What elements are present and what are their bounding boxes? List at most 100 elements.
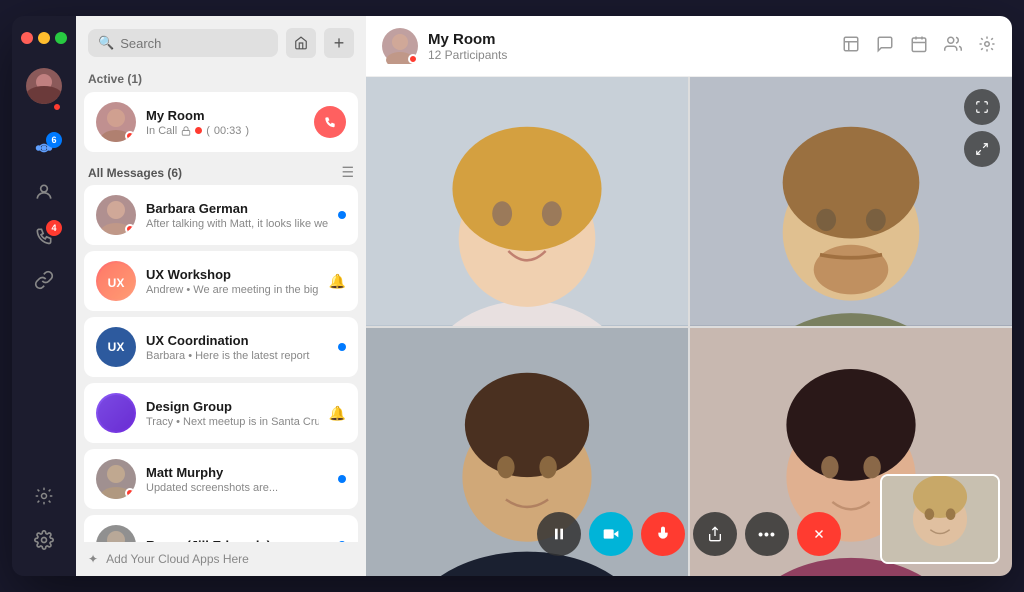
expand-button[interactable] xyxy=(964,131,1000,167)
matt-preview: Updated screenshots are... xyxy=(146,482,328,494)
search-input-wrap[interactable]: 🔍 xyxy=(88,29,278,57)
side-buttons xyxy=(964,89,1000,167)
search-icon: 🔍 xyxy=(98,35,114,51)
ux-coord-info: UX Coordination Barbara • Here is the la… xyxy=(146,333,328,362)
active-room-name: My Room xyxy=(146,108,304,123)
message-panel: 🔍 + Active (1) My Room xyxy=(76,16,366,576)
design-group-preview: Tracy • Next meetup is in Santa Cruz xyxy=(146,416,319,428)
file-icon[interactable] xyxy=(842,35,860,58)
add-apps-icon: ✦ xyxy=(88,552,98,566)
messages-badge: 6 xyxy=(46,132,62,148)
active-room-avatar xyxy=(96,102,136,142)
apps-icon[interactable] xyxy=(978,35,996,58)
matt-dot xyxy=(125,488,135,498)
ux-workshop-preview: Andrew • We are meeting in the big conf.… xyxy=(146,284,319,296)
sidebar-item-integrations[interactable] xyxy=(26,480,62,516)
active-room-info: My Room In Call (00:33) xyxy=(146,108,304,137)
list-item[interactable]: Design Group Tracy • Next meetup is in S… xyxy=(84,383,358,443)
mute-icon: 🔔 xyxy=(329,273,346,290)
video-area: ••• xyxy=(366,77,1012,576)
matt-unread xyxy=(338,475,346,483)
video-cell-1 xyxy=(366,77,688,326)
ux-coord-preview: Barbara • Here is the latest report xyxy=(146,350,328,362)
compose-button[interactable]: + xyxy=(324,28,354,58)
people-icon[interactable] xyxy=(944,35,962,58)
list-item[interactable]: Matt Murphy Updated screenshots are... xyxy=(84,449,358,509)
design-group-name: Design Group xyxy=(146,399,319,414)
list-item[interactable]: UX UX Workshop Andrew • We are meeting i… xyxy=(84,251,358,311)
search-input[interactable] xyxy=(120,36,268,51)
ux-workshop-info: UX Workshop Andrew • We are meeting in t… xyxy=(146,267,319,296)
chat-header-icons xyxy=(842,35,996,58)
user-avatar-wrapper xyxy=(26,68,62,112)
ux-coord-name: UX Coordination xyxy=(146,333,328,348)
add-apps-label: Add Your Cloud Apps Here xyxy=(106,552,249,566)
design-group-info: Design Group Tracy • Next meetup is in S… xyxy=(146,399,319,428)
svg-text:UX: UX xyxy=(108,276,125,290)
barbara-name: Barbara German xyxy=(146,201,328,216)
filter-button[interactable]: ☰ xyxy=(341,164,354,181)
list-item[interactable]: Barbara German After talking with Matt, … xyxy=(84,185,358,245)
sidebar-item-settings[interactable] xyxy=(26,524,62,560)
in-call-dot xyxy=(195,127,202,134)
sidebar-item-links[interactable] xyxy=(26,264,62,300)
contacts-icon xyxy=(34,182,54,207)
settings-icon xyxy=(34,530,54,555)
share-button[interactable] xyxy=(693,512,737,556)
chat-header-dot xyxy=(408,54,418,64)
jill-name: Room (Jill Edwards) xyxy=(146,538,328,543)
barbara-preview: After talking with Matt, it looks like w… xyxy=(146,218,328,230)
sidebar-item-contacts[interactable] xyxy=(26,176,62,212)
chat-header: My Room 12 Participants xyxy=(366,16,1012,77)
call-action-button[interactable] xyxy=(314,106,346,138)
jill-info: Room (Jill Edwards) xyxy=(146,538,328,543)
close-button[interactable] xyxy=(21,32,33,44)
chat-header-info: My Room 12 Participants xyxy=(428,31,832,62)
sidebar-item-calls[interactable]: 4 xyxy=(26,220,62,256)
video-button[interactable] xyxy=(589,512,633,556)
pause-button[interactable] xyxy=(537,512,581,556)
chat-header-avatar xyxy=(382,28,418,64)
icon-sidebar: 6 4 xyxy=(12,16,76,576)
call-controls: ••• xyxy=(537,512,841,556)
ux-coord-unread xyxy=(338,343,346,351)
home-button[interactable] xyxy=(286,28,316,58)
barbara-unread xyxy=(338,211,346,219)
jill-unread xyxy=(338,541,346,542)
list-item[interactable]: UX UX Coordination Barbara • Here is the… xyxy=(84,317,358,377)
all-messages-bar: All Messages (6) ☰ xyxy=(76,156,366,185)
barbara-info: Barbara German After talking with Matt, … xyxy=(146,201,328,230)
chat-room-name: My Room xyxy=(428,31,832,48)
ux-coord-avatar: UX xyxy=(96,327,136,367)
conversation-list: Barbara German After talking with Matt, … xyxy=(76,185,366,542)
maximize-button[interactable] xyxy=(55,32,67,44)
search-bar: 🔍 + xyxy=(76,16,366,66)
active-room-item[interactable]: My Room In Call (00:33) xyxy=(84,92,358,152)
barbara-avatar xyxy=(96,195,136,235)
calls-badge: 4 xyxy=(46,220,62,236)
minimize-button[interactable] xyxy=(38,32,50,44)
app-window: 6 4 xyxy=(12,16,1012,576)
sidebar-item-messages[interactable]: 6 xyxy=(26,132,62,168)
barbara-dot xyxy=(125,224,135,234)
list-item[interactable]: Room (Jill Edwards) xyxy=(84,515,358,542)
add-apps-button[interactable]: ✦ Add Your Cloud Apps Here xyxy=(76,542,366,576)
jill-avatar xyxy=(96,525,136,542)
mute-button[interactable] xyxy=(641,512,685,556)
end-call-button[interactable] xyxy=(797,512,841,556)
all-messages-label: All Messages (6) xyxy=(88,166,182,180)
active-room-dot xyxy=(125,131,135,141)
calendar-icon[interactable] xyxy=(910,35,928,58)
active-section-label: Active (1) xyxy=(76,66,366,92)
links-icon xyxy=(34,270,54,295)
integrations-icon xyxy=(34,486,54,511)
more-button[interactable]: ••• xyxy=(745,512,789,556)
active-room-status: In Call (00:33) xyxy=(146,125,304,137)
fullscreen-button[interactable] xyxy=(964,89,1000,125)
chat-participants: 12 Participants xyxy=(428,48,832,62)
ux-workshop-name: UX Workshop xyxy=(146,267,319,282)
matt-info: Matt Murphy Updated screenshots are... xyxy=(146,465,328,494)
avatar[interactable] xyxy=(26,68,62,104)
chat-icon[interactable] xyxy=(876,35,894,58)
ux-workshop-avatar: UX xyxy=(96,261,136,301)
